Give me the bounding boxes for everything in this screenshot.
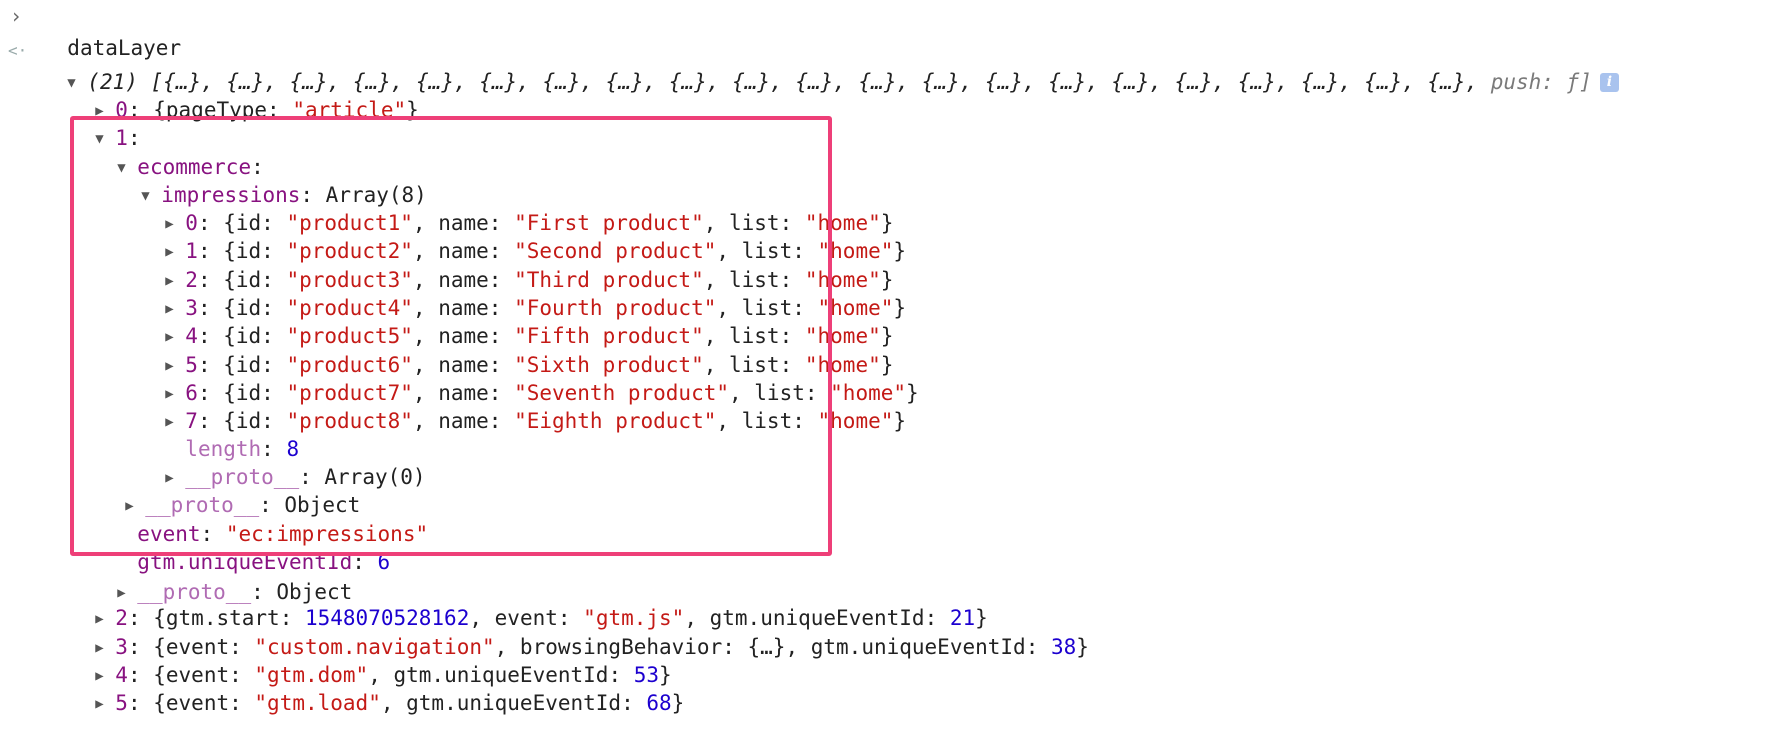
- info-icon[interactable]: i: [1599, 73, 1619, 92]
- console-input: dataLayer: [0, 0, 181, 60]
- entry-1[interactable]: ▼ 1:: [0, 90, 140, 150]
- collapse-triangle-icon[interactable]: ▶: [95, 688, 115, 720]
- ecommerce-proto[interactable]: ▶ __proto__: Object: [0, 457, 360, 517]
- entry-2[interactable]: ▶ 2: {gtm.start: 1548070528162, event: "g…: [0, 570, 988, 630]
- entry-5[interactable]: ▶ 5: {event: "gtm.load", gtm.uniqueEventI…: [0, 655, 684, 715]
- summary-push: push: ƒ]: [1490, 70, 1592, 94]
- product-row[interactable]: ▶ 1: {id: "product2", name: "Second produ…: [0, 203, 906, 263]
- unique-event-id-field: gtm.uniqueEventId: 6: [137, 550, 391, 574]
- product-row[interactable]: ▶ 4: {id: "product5", name: "Fifth produc…: [0, 288, 893, 348]
